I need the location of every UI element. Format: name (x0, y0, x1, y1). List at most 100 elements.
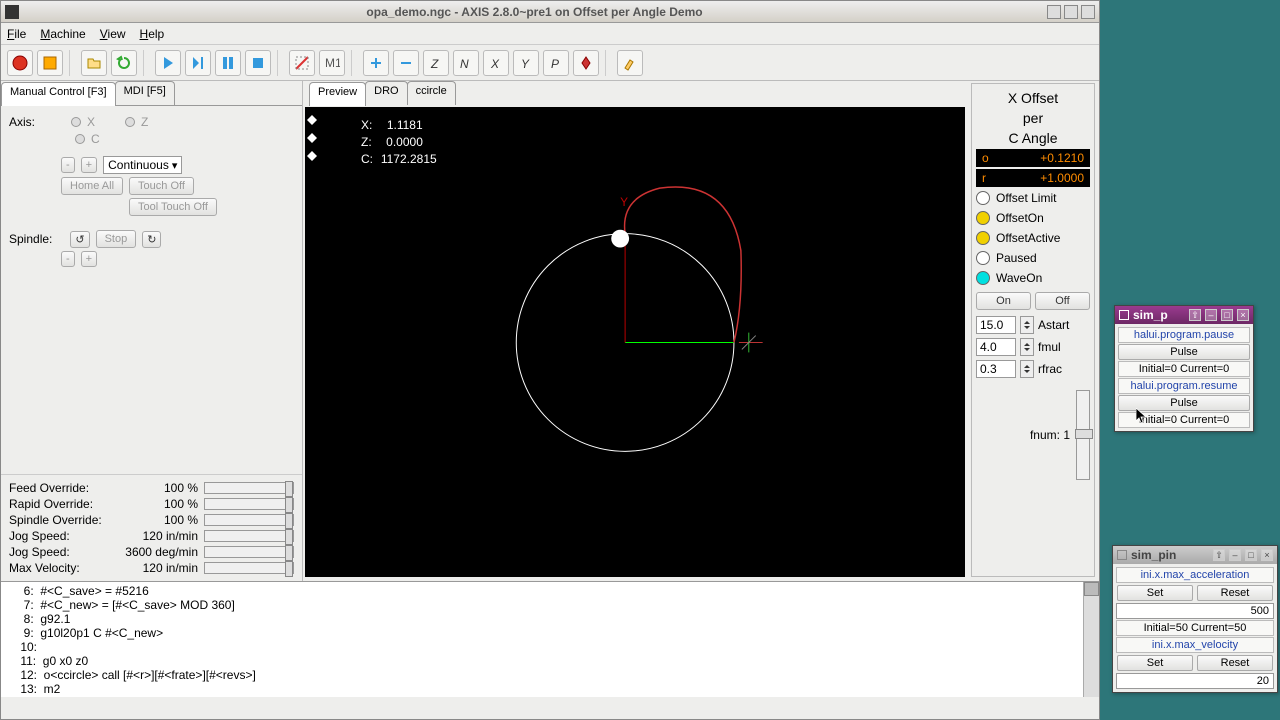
jog-mode-select[interactable]: Continuous ▾ (103, 156, 182, 174)
menu-file[interactable]: File (7, 27, 26, 41)
view-n-button[interactable]: N (453, 50, 479, 76)
pin-icon[interactable]: ⇧ (1213, 549, 1225, 561)
view-x-button[interactable]: X (483, 50, 509, 76)
pause-button[interactable] (215, 50, 241, 76)
svg-text:X: X (490, 57, 500, 71)
run-button[interactable] (155, 50, 181, 76)
feed-override-slider[interactable] (204, 482, 294, 494)
offset-title-2: per (976, 108, 1090, 128)
view-z-button[interactable]: Z (423, 50, 449, 76)
svg-text:N: N (460, 57, 469, 71)
rfrac-input[interactable]: 0.3 (976, 360, 1016, 378)
home-all-button[interactable]: Home All (61, 177, 123, 195)
estop-button[interactable] (7, 50, 33, 76)
block-skip-button[interactable] (289, 50, 315, 76)
tab-preview[interactable]: Preview (309, 82, 366, 106)
offset-o-readout: o+0.1210 (976, 149, 1090, 167)
tab-dro[interactable]: DRO (365, 81, 407, 105)
preview-canvas[interactable]: X: 1.1181 Z: 0.0000 C: 1172.2815 Y (305, 107, 965, 577)
axis-z-label: Z (141, 115, 148, 129)
menu-machine[interactable]: Machine (40, 27, 85, 41)
center-panel: Preview DRO ccircle X: 1.1181 Z: 0.0000 … (303, 81, 971, 581)
pause-pulse-button[interactable]: Pulse (1118, 344, 1250, 360)
gcode-listing[interactable]: 6: #<C_save> = #5216 7: #<C_new> = [#<C_… (1, 581, 1099, 697)
sim-pin-1-titlebar[interactable]: sim_p ⇧ – □ × (1115, 306, 1253, 324)
view-y-button[interactable]: Y (513, 50, 539, 76)
axis-main-window: opa_demo.ngc - AXIS 2.8.0~pre1 on Offset… (0, 0, 1100, 720)
stop-button[interactable] (245, 50, 271, 76)
jog-speed-linear-slider[interactable] (204, 530, 294, 542)
power-button[interactable] (37, 50, 63, 76)
spindle-ccw-button[interactable]: ↺ (70, 231, 89, 248)
tool-touch-off-button[interactable]: Tool Touch Off (129, 198, 217, 216)
jog-plus-button[interactable]: + (81, 157, 97, 173)
tab-ccircle[interactable]: ccircle (407, 81, 456, 105)
close-button[interactable] (1081, 5, 1095, 19)
zoom-in-button[interactable] (363, 50, 389, 76)
fnum-slider[interactable] (1076, 390, 1090, 480)
max-vel-label: ini.x.max_velocity (1116, 637, 1274, 653)
off-button[interactable]: Off (1035, 292, 1090, 310)
maximize-icon[interactable]: □ (1221, 309, 1233, 321)
maximize-icon[interactable]: □ (1245, 549, 1257, 561)
menu-help[interactable]: Help (140, 27, 165, 41)
rfrac-stepper[interactable] (1020, 360, 1034, 378)
clear-plot-button[interactable] (617, 50, 643, 76)
offset-title-1: X Offset (976, 88, 1090, 108)
rapid-override-slider[interactable] (204, 498, 294, 510)
optional-stop-button[interactable]: M1 (319, 50, 345, 76)
reload-button[interactable] (111, 50, 137, 76)
fmul-input[interactable]: 4.0 (976, 338, 1016, 356)
pin-icon[interactable]: ⇧ (1189, 309, 1201, 321)
spindle-minus-button[interactable]: - (61, 251, 75, 267)
jog-speed-angular-slider[interactable] (204, 546, 294, 558)
vel-reset-button[interactable]: Reset (1197, 655, 1273, 671)
close-icon[interactable]: × (1261, 549, 1273, 561)
accel-reset-button[interactable]: Reset (1197, 585, 1273, 601)
on-button[interactable]: On (976, 292, 1031, 310)
toolbar: M1 Z N X Y P (1, 45, 1099, 81)
vel-set-button[interactable]: Set (1117, 655, 1193, 671)
max-accel-label: ini.x.max_acceleration (1116, 567, 1274, 583)
feed-override-row: Feed Override:100 % (9, 481, 294, 495)
overrides-panel: Feed Override:100 % Rapid Override:100 %… (1, 474, 302, 581)
svg-text:P: P (551, 57, 559, 71)
fmul-stepper[interactable] (1020, 338, 1034, 356)
astart-stepper[interactable] (1020, 316, 1034, 334)
axis-x-radio[interactable] (71, 117, 81, 127)
spindle-override-slider[interactable] (204, 514, 294, 526)
view-rotate-button[interactable] (573, 50, 599, 76)
sim-pin-2-titlebar[interactable]: sim_pin ⇧ – □ × (1113, 546, 1277, 564)
vel-value-input[interactable]: 20 (1116, 673, 1274, 689)
open-file-button[interactable] (81, 50, 107, 76)
spindle-override-row: Spindle Override:100 % (9, 513, 294, 527)
axis-z-radio[interactable] (125, 117, 135, 127)
max-velocity-slider[interactable] (204, 562, 294, 574)
menu-view[interactable]: View (100, 27, 126, 41)
axis-c-radio[interactable] (75, 134, 85, 144)
pause-status: Initial=0 Current=0 (1118, 361, 1250, 377)
offset-panel: X Offset per C Angle o+0.1210 r+1.0000 O… (971, 83, 1095, 577)
view-p-button[interactable]: P (543, 50, 569, 76)
minimize-icon[interactable]: – (1205, 309, 1217, 321)
close-icon[interactable]: × (1237, 309, 1249, 321)
step-button[interactable] (185, 50, 211, 76)
resume-pulse-button[interactable]: Pulse (1118, 395, 1250, 411)
spindle-plus-button[interactable]: + (81, 251, 97, 267)
max-velocity-row: Max Velocity:120 in/min (9, 561, 294, 575)
astart-input[interactable]: 15.0 (976, 316, 1016, 334)
tab-mdi[interactable]: MDI [F5] (115, 81, 175, 105)
jog-minus-button[interactable]: - (61, 157, 75, 173)
spindle-cw-button[interactable]: ↻ (142, 231, 161, 248)
gcode-scrollbar[interactable] (1083, 582, 1099, 697)
zoom-out-button[interactable] (393, 50, 419, 76)
accel-set-button[interactable]: Set (1117, 585, 1193, 601)
axis-label: Axis: (9, 115, 35, 129)
maximize-button[interactable] (1064, 5, 1078, 19)
spindle-stop-button[interactable]: Stop (96, 230, 137, 248)
tab-manual-control[interactable]: Manual Control [F3] (1, 82, 116, 106)
touch-off-button[interactable]: Touch Off (129, 177, 194, 195)
accel-value-input[interactable]: 500 (1116, 603, 1274, 619)
minimize-button[interactable] (1047, 5, 1061, 19)
minimize-icon[interactable]: – (1229, 549, 1241, 561)
